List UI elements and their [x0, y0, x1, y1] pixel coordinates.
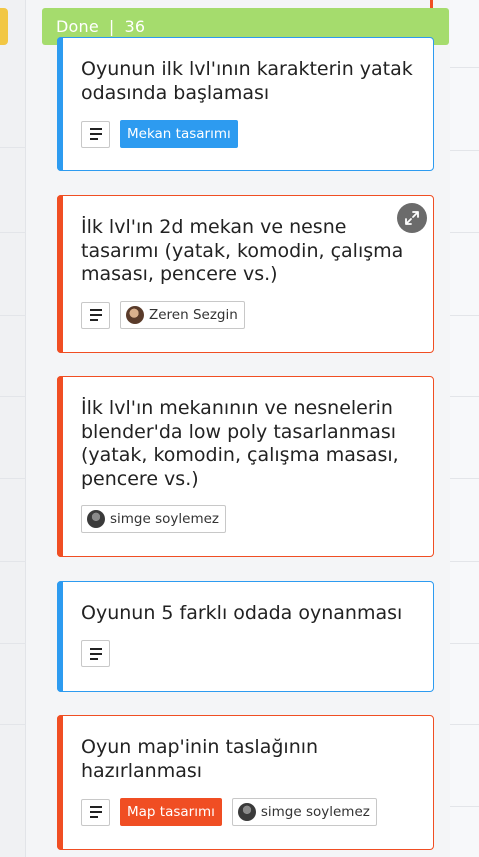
grid-line [450, 643, 479, 644]
card-label[interactable]: Map tasarımı [120, 798, 222, 826]
task-card[interactable]: Oyun map'inin taslağının hazırlanması Ma… [57, 715, 434, 850]
grid-line [0, 315, 26, 316]
card-label[interactable]: Mekan tasarımı [120, 120, 238, 148]
column-card-count: 36 [124, 17, 146, 36]
grid-line [450, 232, 479, 233]
column-name: Done [56, 17, 99, 36]
description-icon [81, 640, 110, 667]
avatar [126, 306, 144, 324]
grid-line [0, 232, 26, 233]
grid-line [450, 150, 479, 151]
grid-line [450, 478, 479, 479]
next-column-edge[interactable] [450, 0, 479, 857]
previous-column-header-tab[interactable] [0, 8, 8, 45]
card-title: İlk lvl'ın mekanının ve nesnelerin blend… [81, 397, 399, 490]
grid-line [0, 724, 26, 725]
description-icon [81, 120, 110, 148]
grid-line [450, 724, 479, 725]
grid-line [0, 147, 26, 148]
member-name: Zeren Sezgin [149, 307, 238, 323]
previous-column-edge[interactable] [0, 0, 26, 857]
grid-line [0, 478, 26, 479]
card-title: Oyun map'inin taslağının hazırlanması [81, 736, 319, 782]
grid-line [450, 67, 479, 68]
card-title: Oyunun ilk lvl'ının karakterin yatak oda… [81, 58, 413, 104]
member-chip[interactable]: simge soylemez [81, 505, 226, 533]
description-icon [81, 798, 110, 826]
task-card[interactable]: İlk lvl'ın 2d mekan ve nesne tasarımı (y… [57, 195, 434, 353]
grid-line [450, 561, 479, 562]
grid-line [0, 396, 26, 397]
grid-line [450, 806, 479, 807]
task-card[interactable]: Oyunun ilk lvl'ının karakterin yatak oda… [57, 37, 434, 171]
task-card[interactable]: İlk lvl'ın mekanının ve nesnelerin blend… [57, 376, 434, 557]
description-icon [81, 301, 110, 329]
task-card[interactable]: Oyunun 5 farklı odada oynanması [57, 581, 434, 692]
member-name: simge soylemez [110, 511, 219, 527]
card-title: İlk lvl'ın 2d mekan ve nesne tasarımı (y… [81, 216, 404, 285]
column-separator: | [108, 17, 115, 36]
member-chip[interactable]: simge soylemez [231, 798, 377, 826]
grid-line [0, 561, 26, 562]
card-title: Oyunun 5 farklı odada oynanması [81, 602, 403, 624]
member-chip[interactable]: Zeren Sezgin [120, 301, 245, 329]
grid-line [450, 396, 479, 397]
grid-line [0, 643, 26, 644]
grid-line [450, 315, 479, 316]
avatar [237, 803, 256, 821]
expand-arrows-icon[interactable] [397, 203, 427, 233]
avatar [87, 510, 105, 528]
member-name: simge soylemez [260, 804, 370, 820]
